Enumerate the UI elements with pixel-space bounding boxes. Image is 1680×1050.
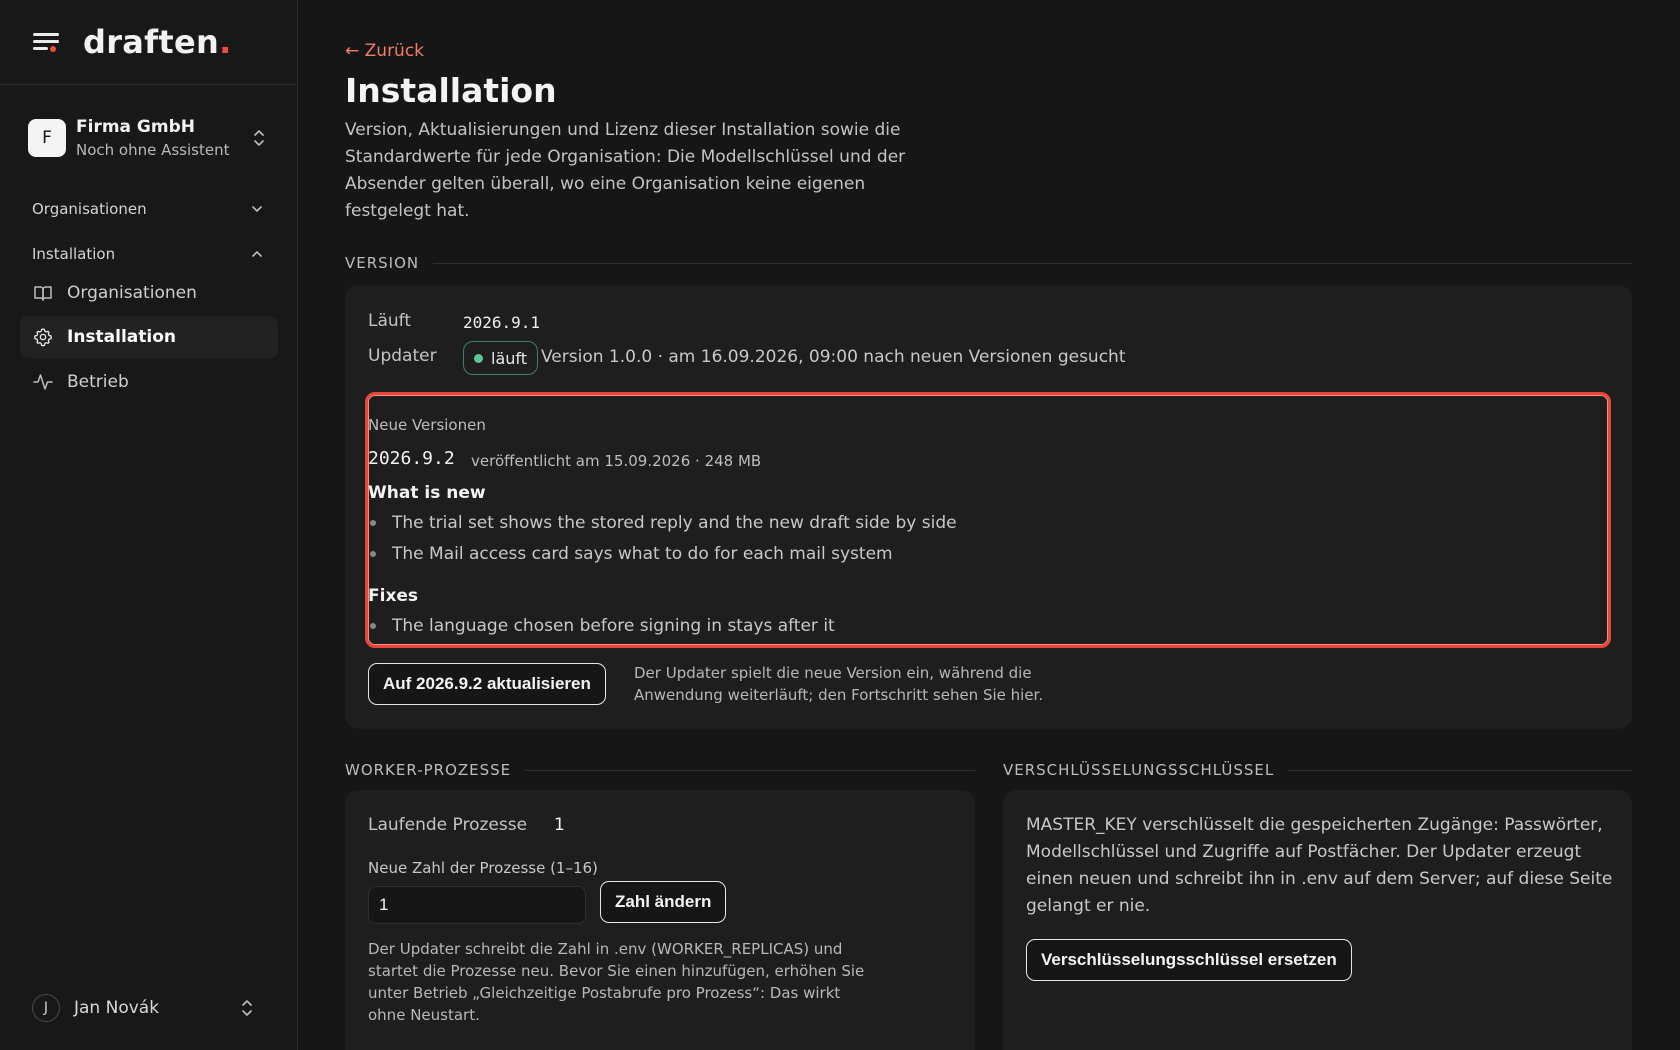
- brand-row: draften.: [0, 0, 297, 85]
- new-versions-panel: Neue Versionen 2026.9.2 veröffentlicht a…: [365, 392, 1611, 648]
- running-version-label: Läuft: [368, 311, 412, 331]
- sidebar-item-label: Organisationen: [67, 283, 197, 303]
- chevron-up-icon: [252, 251, 262, 257]
- page-description: Version, Aktualisierungen und Lizenz die…: [345, 120, 906, 221]
- encryption-description: MASTER_KEY verschlüsselt die gespeichert…: [1026, 815, 1613, 916]
- section-label-workers: WORKER-PROZESSE: [345, 761, 975, 779]
- replace-key-button[interactable]: Verschlüsselungsschlüssel ersetzen: [1026, 939, 1352, 981]
- app-logo[interactable]: draften.: [83, 23, 232, 61]
- nav-group-installation[interactable]: Installation: [32, 245, 264, 263]
- nav-group-organisations[interactable]: Organisationen: [32, 200, 264, 218]
- new-versions-caption: Neue Versionen: [368, 416, 486, 434]
- sidebar-item-organisationen[interactable]: Organisationen: [20, 272, 278, 314]
- page-title: Installation: [345, 71, 557, 110]
- process-count-label: Neue Zahl der Prozesse (1–16): [368, 859, 598, 877]
- chevron-updown-icon: [254, 130, 264, 146]
- release-meta: veröffentlicht am 15.09.2026 · 248 MB: [471, 452, 762, 470]
- change-count-button[interactable]: Zahl ändern: [600, 881, 727, 923]
- section-label-encryption: VERSCHLÜSSELUNGSSCHLÜSSEL: [1003, 761, 1632, 779]
- status-badge: läuft: [463, 341, 539, 375]
- organisation-avatar: F: [28, 119, 66, 157]
- process-count-input[interactable]: [368, 886, 586, 924]
- back-link[interactable]: ← Zurück: [345, 41, 424, 61]
- release-version: 2026.9.2: [368, 448, 455, 469]
- book-icon: [34, 286, 52, 301]
- sidebar-item-label: Installation: [67, 327, 177, 347]
- gear-icon: [34, 328, 52, 347]
- update-button[interactable]: Auf 2026.9.2 aktualisieren: [368, 663, 606, 705]
- list-item: The trial set shows the stored reply and…: [368, 513, 957, 533]
- updater-label: Updater: [368, 346, 437, 366]
- workers-hint: Der Updater schreibt die Zahl in .env (W…: [368, 940, 865, 1024]
- chevron-updown-icon: [242, 1000, 252, 1016]
- sidebar-item-installation[interactable]: Installation: [20, 316, 278, 358]
- menu-icon[interactable]: [33, 31, 59, 53]
- updater-info: Version 1.0.0 · am 16.09.2026, 09:00 nac…: [541, 347, 1126, 367]
- workers-card: Laufende Prozesse 1 Neue Zahl der Prozes…: [345, 790, 975, 1050]
- avatar: J: [32, 994, 60, 1022]
- running-processes-label: Laufende Prozesse: [368, 815, 528, 835]
- version-card: Läuft 2026.9.1 Updater läuft Version 1.0…: [345, 285, 1632, 729]
- sidebar-item-betrieb[interactable]: Betrieb: [20, 361, 278, 403]
- update-hint: Der Updater spielt die neue Version ein,…: [634, 664, 1044, 704]
- chevron-down-icon: [252, 206, 262, 212]
- list-item: The Mail access card says what to do for…: [368, 544, 893, 564]
- organisation-switcher[interactable]: F Firma GmbH Noch ohne Assistent: [20, 108, 278, 168]
- sidebar-item-label: Betrieb: [67, 372, 129, 392]
- sidebar: draften. F Firma GmbH Noch ohne Assisten…: [0, 0, 298, 1050]
- activity-icon: [33, 374, 53, 390]
- section-label-version: VERSION: [345, 254, 1632, 272]
- running-version-value: 2026.9.1: [463, 313, 541, 332]
- whats-new-heading: What is new: [368, 483, 486, 503]
- main-content: ← Zurück Installation Version, Aktualisi…: [345, 0, 1635, 1050]
- status-dot-icon: [474, 353, 483, 363]
- user-menu[interactable]: J Jan Novák: [32, 990, 266, 1026]
- running-processes-value: 1: [554, 815, 565, 835]
- fixes-heading: Fixes: [368, 586, 419, 606]
- encryption-card: MASTER_KEY verschlüsselt die gespeichert…: [1003, 790, 1632, 1050]
- status-badge-label: läuft: [491, 348, 528, 368]
- nav-group-installation-label: Installation: [32, 245, 116, 263]
- list-item: The language chosen before signing in st…: [368, 616, 835, 636]
- organisation-name: Firma GmbH: [76, 117, 195, 137]
- organisation-subtitle: Noch ohne Assistent: [76, 141, 230, 159]
- user-name: Jan Novák: [74, 998, 160, 1018]
- nav-group-organisations-label: Organisationen: [32, 200, 147, 218]
